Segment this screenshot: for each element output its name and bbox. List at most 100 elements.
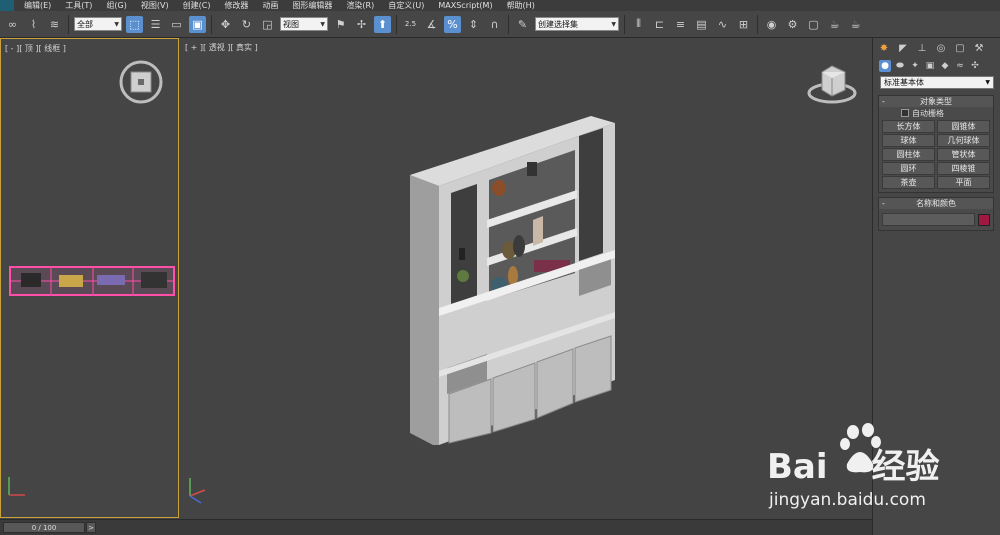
link-icon[interactable]: ∞ <box>4 16 21 33</box>
menu-graph-editors[interactable]: 图形编辑器 <box>292 0 332 11</box>
pyramid-button[interactable]: 四棱锥 <box>937 162 990 175</box>
collapse-icon: - <box>882 199 885 208</box>
lights-icon[interactable]: ✦ <box>909 60 921 72</box>
window-crossing-icon[interactable]: ▣ <box>189 15 206 33</box>
move-icon[interactable]: ✥ <box>217 16 234 33</box>
geometry-icon[interactable]: ● <box>879 60 891 72</box>
name-color-row <box>879 209 993 230</box>
autogrid-checkbox[interactable]: 自动栅格 <box>879 107 993 119</box>
menu-animation[interactable]: 动画 <box>262 0 278 11</box>
selection-filter-dropdown[interactable]: 全部 ▼ <box>74 17 122 31</box>
cylinder-button[interactable]: 圆柱体 <box>882 148 935 161</box>
box-button[interactable]: 长方体 <box>882 120 935 133</box>
reference-coordinate-dropdown[interactable]: 视图 ▼ <box>280 17 328 31</box>
app-logo[interactable] <box>0 0 14 11</box>
menu-maxscript[interactable]: MAXScript(M) <box>438 1 492 10</box>
object-color-swatch[interactable] <box>978 213 990 226</box>
menu-tools[interactable]: 工具(T) <box>65 0 92 11</box>
render-iterative-icon[interactable]: ☕ <box>847 16 864 33</box>
chevron-down-icon: ▼ <box>320 20 325 28</box>
create-subcategory-bar: ● ⬬ ✦ ▣ ◆ ≈ ✣ <box>873 58 1000 74</box>
viewport-top-canvas <box>8 60 175 496</box>
menu-rendering[interactable]: 渲染(R) <box>346 0 374 11</box>
menu-group[interactable]: 组(G) <box>106 0 126 11</box>
viewport-top[interactable]: [ - ][ 顶 ][ 线框 ] <box>0 38 179 518</box>
menu-help[interactable]: 帮助(H) <box>507 0 535 11</box>
rollout-header[interactable]: - 名称和颜色 <box>879 198 993 209</box>
scale-icon[interactable]: ◲ <box>259 16 276 33</box>
snap-toggle-icon[interactable]: 2.5 <box>402 16 419 33</box>
motion-tab-icon[interactable]: ◎ <box>934 41 948 55</box>
hierarchy-tab-icon[interactable]: ⊥ <box>915 41 929 55</box>
toolbar-divider <box>396 14 397 34</box>
create-tab-icon[interactable]: ✸ <box>877 41 891 55</box>
schematic-view-icon[interactable]: ⊞ <box>735 16 752 33</box>
angle-snap-icon[interactable]: ∡ <box>423 16 440 33</box>
object-type-rollout: - 对象类型 自动栅格 长方体 圆锥体 球体 几何球体 圆柱体 管状体 圆环 四… <box>878 95 994 193</box>
viewcube-icon[interactable] <box>807 65 857 104</box>
geosphere-button[interactable]: 几何球体 <box>937 134 990 147</box>
collapse-icon: - <box>882 97 885 106</box>
checkbox-box[interactable] <box>901 109 909 117</box>
layer-manager-icon[interactable]: ≡ <box>672 16 689 33</box>
rollout-header[interactable]: - 对象类型 <box>879 96 993 107</box>
cameras-icon[interactable]: ▣ <box>924 60 936 72</box>
magnet-icon[interactable]: ∩ <box>486 16 503 33</box>
curve-editor-icon[interactable]: ∿ <box>714 16 731 33</box>
material-editor-icon[interactable]: ◉ <box>763 16 780 33</box>
watermark-brand-b: 经验 <box>871 447 940 487</box>
sphere-button[interactable]: 球体 <box>882 134 935 147</box>
named-selection-sets-dropdown[interactable]: 创建选择集 ▼ <box>535 17 619 31</box>
select-object-icon[interactable]: ⬚ <box>126 15 143 33</box>
menu-view[interactable]: 视图(V) <box>141 0 169 11</box>
menu-edit[interactable]: 编辑(E) <box>24 0 51 11</box>
align-icon[interactable]: ⊏ <box>651 16 668 33</box>
systems-icon[interactable]: ✣ <box>969 60 981 72</box>
modify-tab-icon[interactable]: ◤ <box>896 41 910 55</box>
wine-cabinet-model[interactable] <box>410 116 615 445</box>
keyboard-shortcut-override-icon[interactable]: ⬆ <box>374 15 391 33</box>
plane-button[interactable]: 平面 <box>937 176 990 189</box>
percent-snap-icon[interactable]: % <box>444 15 461 33</box>
spinner-snap-icon[interactable]: ⇕ <box>465 16 482 33</box>
menu-modifiers[interactable]: 修改器 <box>224 0 248 11</box>
primitive-type-dropdown[interactable]: 标准基本体 ▼ <box>880 76 994 89</box>
select-manipulate-icon[interactable]: ✢ <box>353 16 370 33</box>
cabinet-top-wireframe[interactable] <box>9 266 175 296</box>
viewcube-icon[interactable] <box>119 60 163 104</box>
space-warps-icon[interactable]: ≈ <box>954 60 966 72</box>
render-teapot-icon[interactable]: ☕ <box>826 16 843 33</box>
toolbar-divider <box>68 14 69 34</box>
axis-gizmo-icon <box>8 477 25 496</box>
cone-button[interactable]: 圆锥体 <box>937 120 990 133</box>
rotate-icon[interactable]: ↻ <box>238 16 255 33</box>
helpers-icon[interactable]: ◆ <box>939 60 951 72</box>
chevron-down-icon: ▼ <box>985 79 990 86</box>
axis-gizmo-icon <box>189 478 206 504</box>
display-tab-icon[interactable]: ▢ <box>953 41 967 55</box>
rendered-frame-window-icon[interactable]: ▢ <box>805 16 822 33</box>
scene-explorer-icon[interactable]: ▤ <box>693 16 710 33</box>
time-slider-bar: 0 / 100 > <box>0 519 872 535</box>
unlink-icon[interactable]: ⌇ <box>25 16 42 33</box>
rectangular-selection-icon[interactable]: ▭ <box>168 16 185 33</box>
next-frame-button[interactable]: > <box>86 522 96 533</box>
torus-button[interactable]: 圆环 <box>882 162 935 175</box>
teapot-button[interactable]: 茶壶 <box>882 176 935 189</box>
tube-button[interactable]: 管状体 <box>937 148 990 161</box>
pivot-center-icon[interactable]: ⚑ <box>332 16 349 33</box>
menu-customize[interactable]: 自定义(U) <box>388 0 424 11</box>
shapes-icon[interactable]: ⬬ <box>894 60 906 72</box>
edit-named-selection-icon[interactable]: ✎ <box>514 16 531 33</box>
mirror-icon[interactable]: ⫴ <box>630 16 647 33</box>
toolbar-divider <box>624 14 625 34</box>
chevron-down-icon: ▼ <box>114 20 119 28</box>
render-setup-icon[interactable]: ⚙ <box>784 16 801 33</box>
time-slider[interactable]: 0 / 100 <box>3 522 85 533</box>
select-by-name-icon[interactable]: ☰ <box>147 16 164 33</box>
menu-create[interactable]: 创建(C) <box>183 0 211 11</box>
utilities-tab-icon[interactable]: ⚒ <box>972 41 986 55</box>
bind-space-warp-icon[interactable]: ≋ <box>46 16 63 33</box>
name-and-color-rollout: - 名称和颜色 <box>878 197 994 231</box>
object-name-input[interactable] <box>882 213 975 226</box>
